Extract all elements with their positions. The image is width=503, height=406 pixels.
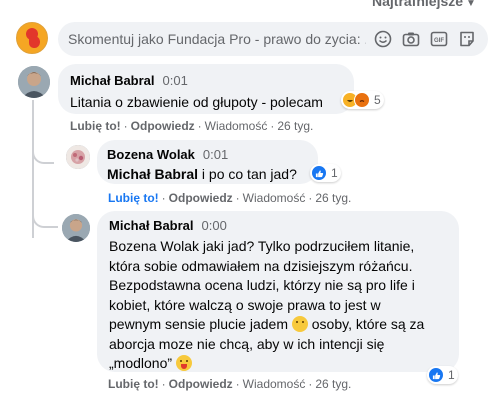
thread-connector-2 [32, 212, 58, 228]
reaction-summary[interactable]: 1 [310, 164, 341, 182]
comment-age[interactable]: 26 tyg. [277, 119, 313, 133]
comment-author[interactable]: Michał Babral [70, 73, 155, 88]
fundacja-logo-icon [23, 28, 41, 48]
chevron-down-icon: ▼ [466, 0, 476, 9]
comment-line: „modlono” [109, 354, 447, 374]
angry-reaction-icon [354, 92, 370, 108]
reaction-count: 1 [331, 166, 338, 180]
like-reaction-icon [311, 165, 327, 181]
comment-text: Bozena Wolak jaki jad? Tylko podrzuciłem… [109, 237, 447, 374]
comment-composer[interactable]: Skomentuj jako Fundacja Pro - prawo do z… [58, 22, 488, 56]
thread-connector [32, 150, 54, 164]
like-button[interactable]: Lubię to! [108, 191, 159, 205]
audio-time: 0:01 [202, 147, 229, 162]
reaction-summary[interactable]: 5 [341, 91, 384, 109]
comment-bubble: Bozena Wolak 0:01 Michał Babral i po co t… [97, 140, 318, 184]
like-button[interactable]: Lubię to! [70, 119, 121, 133]
composer-placeholder[interactable]: Skomentuj jako Fundacja Pro - prawo do z… [68, 31, 366, 47]
smiley-icon[interactable] [372, 28, 394, 50]
avatar[interactable] [62, 214, 90, 242]
reaction-count: 1 [448, 368, 455, 382]
page-avatar[interactable] [16, 22, 48, 54]
mention-link[interactable]: Michał Babral [107, 166, 198, 182]
avatar[interactable] [66, 145, 90, 169]
avatar[interactable] [18, 66, 50, 98]
like-reaction-icon [428, 367, 444, 383]
sticker-icon[interactable] [456, 28, 478, 50]
comment-line-part: osoby, które są za [307, 316, 425, 332]
comment-bubble: Michał Babral 0:01 Litania o zbawienie od… [58, 64, 354, 114]
comment-text: Litania o zbawienie od głupoty - polecam [70, 94, 323, 110]
comment-actions: Lubię to! · Odpowiedz · Wiadomość · 26 tyg. [70, 119, 314, 133]
message-link[interactable]: Wiadomość [205, 119, 268, 133]
comment-line: Bezpodstawna ocena ludzi, którzy nie są … [109, 277, 415, 293]
comment-text: Michał Babral i po co tan jad? [107, 165, 308, 185]
camera-icon[interactable] [400, 28, 422, 50]
smirk-emoji-icon [291, 316, 308, 332]
comment-author[interactable]: Bozena Wolak [107, 147, 195, 162]
comment-age[interactable]: 26 tyg. [315, 377, 351, 391]
tongue-emoji-icon [175, 355, 192, 371]
reply-button[interactable]: Odpowiedz [169, 191, 233, 205]
comment-line: aborcja moze nie chcą, aby w ich intencj… [109, 335, 385, 352]
sort-label: Najtrafniejsze [372, 0, 464, 9]
reply-button[interactable]: Odpowiedz [169, 377, 233, 391]
comment-age[interactable]: 26 tyg. [315, 191, 351, 205]
comment-actions: Lubię to! · Odpowiedz · Wiadomość · 26 tyg. [108, 377, 352, 391]
comment-actions: Lubię to! · Odpowiedz · Wiadomość · 26 tyg. [108, 191, 352, 205]
message-link[interactable]: Wiadomość [243, 191, 306, 205]
sort-dropdown[interactable]: Najtrafniejsze ▼ [372, 0, 476, 9]
comment-line-part: „modlono” [109, 355, 173, 371]
comment-bubble: Michał Babral 0:00 Bozena Wolak jaki jad?… [97, 211, 459, 372]
audio-time: 0:01 [162, 73, 188, 88]
comment-line-part: pewnym sensie plucie jadem [109, 316, 288, 332]
comment-line: pewnym sensie plucie jadem osoby, które … [109, 315, 447, 335]
comment-line: która sobie odmawiałem na dzisiejszym ró… [109, 257, 413, 274]
comment-line: Bozena Wolak jaki jad? Tylko podrzuciłem… [109, 238, 415, 254]
comment-author[interactable]: Michał Babral [109, 218, 194, 233]
reaction-count: 5 [374, 93, 381, 107]
audio-time: 0:00 [201, 218, 227, 233]
reply-button[interactable]: Odpowiedz [131, 119, 195, 133]
svg-text:GIF: GIF [434, 38, 444, 44]
comment-line: kobiet, które walczą o swoje prawa to je… [109, 296, 381, 313]
comment-text-rest: i po co tan jad? [198, 166, 297, 182]
gif-icon[interactable]: GIF [428, 28, 450, 50]
message-link[interactable]: Wiadomość [243, 377, 306, 391]
reaction-summary[interactable]: 1 [427, 366, 458, 384]
like-button[interactable]: Lubię to! [108, 377, 159, 391]
thread-line-2 [32, 162, 34, 238]
